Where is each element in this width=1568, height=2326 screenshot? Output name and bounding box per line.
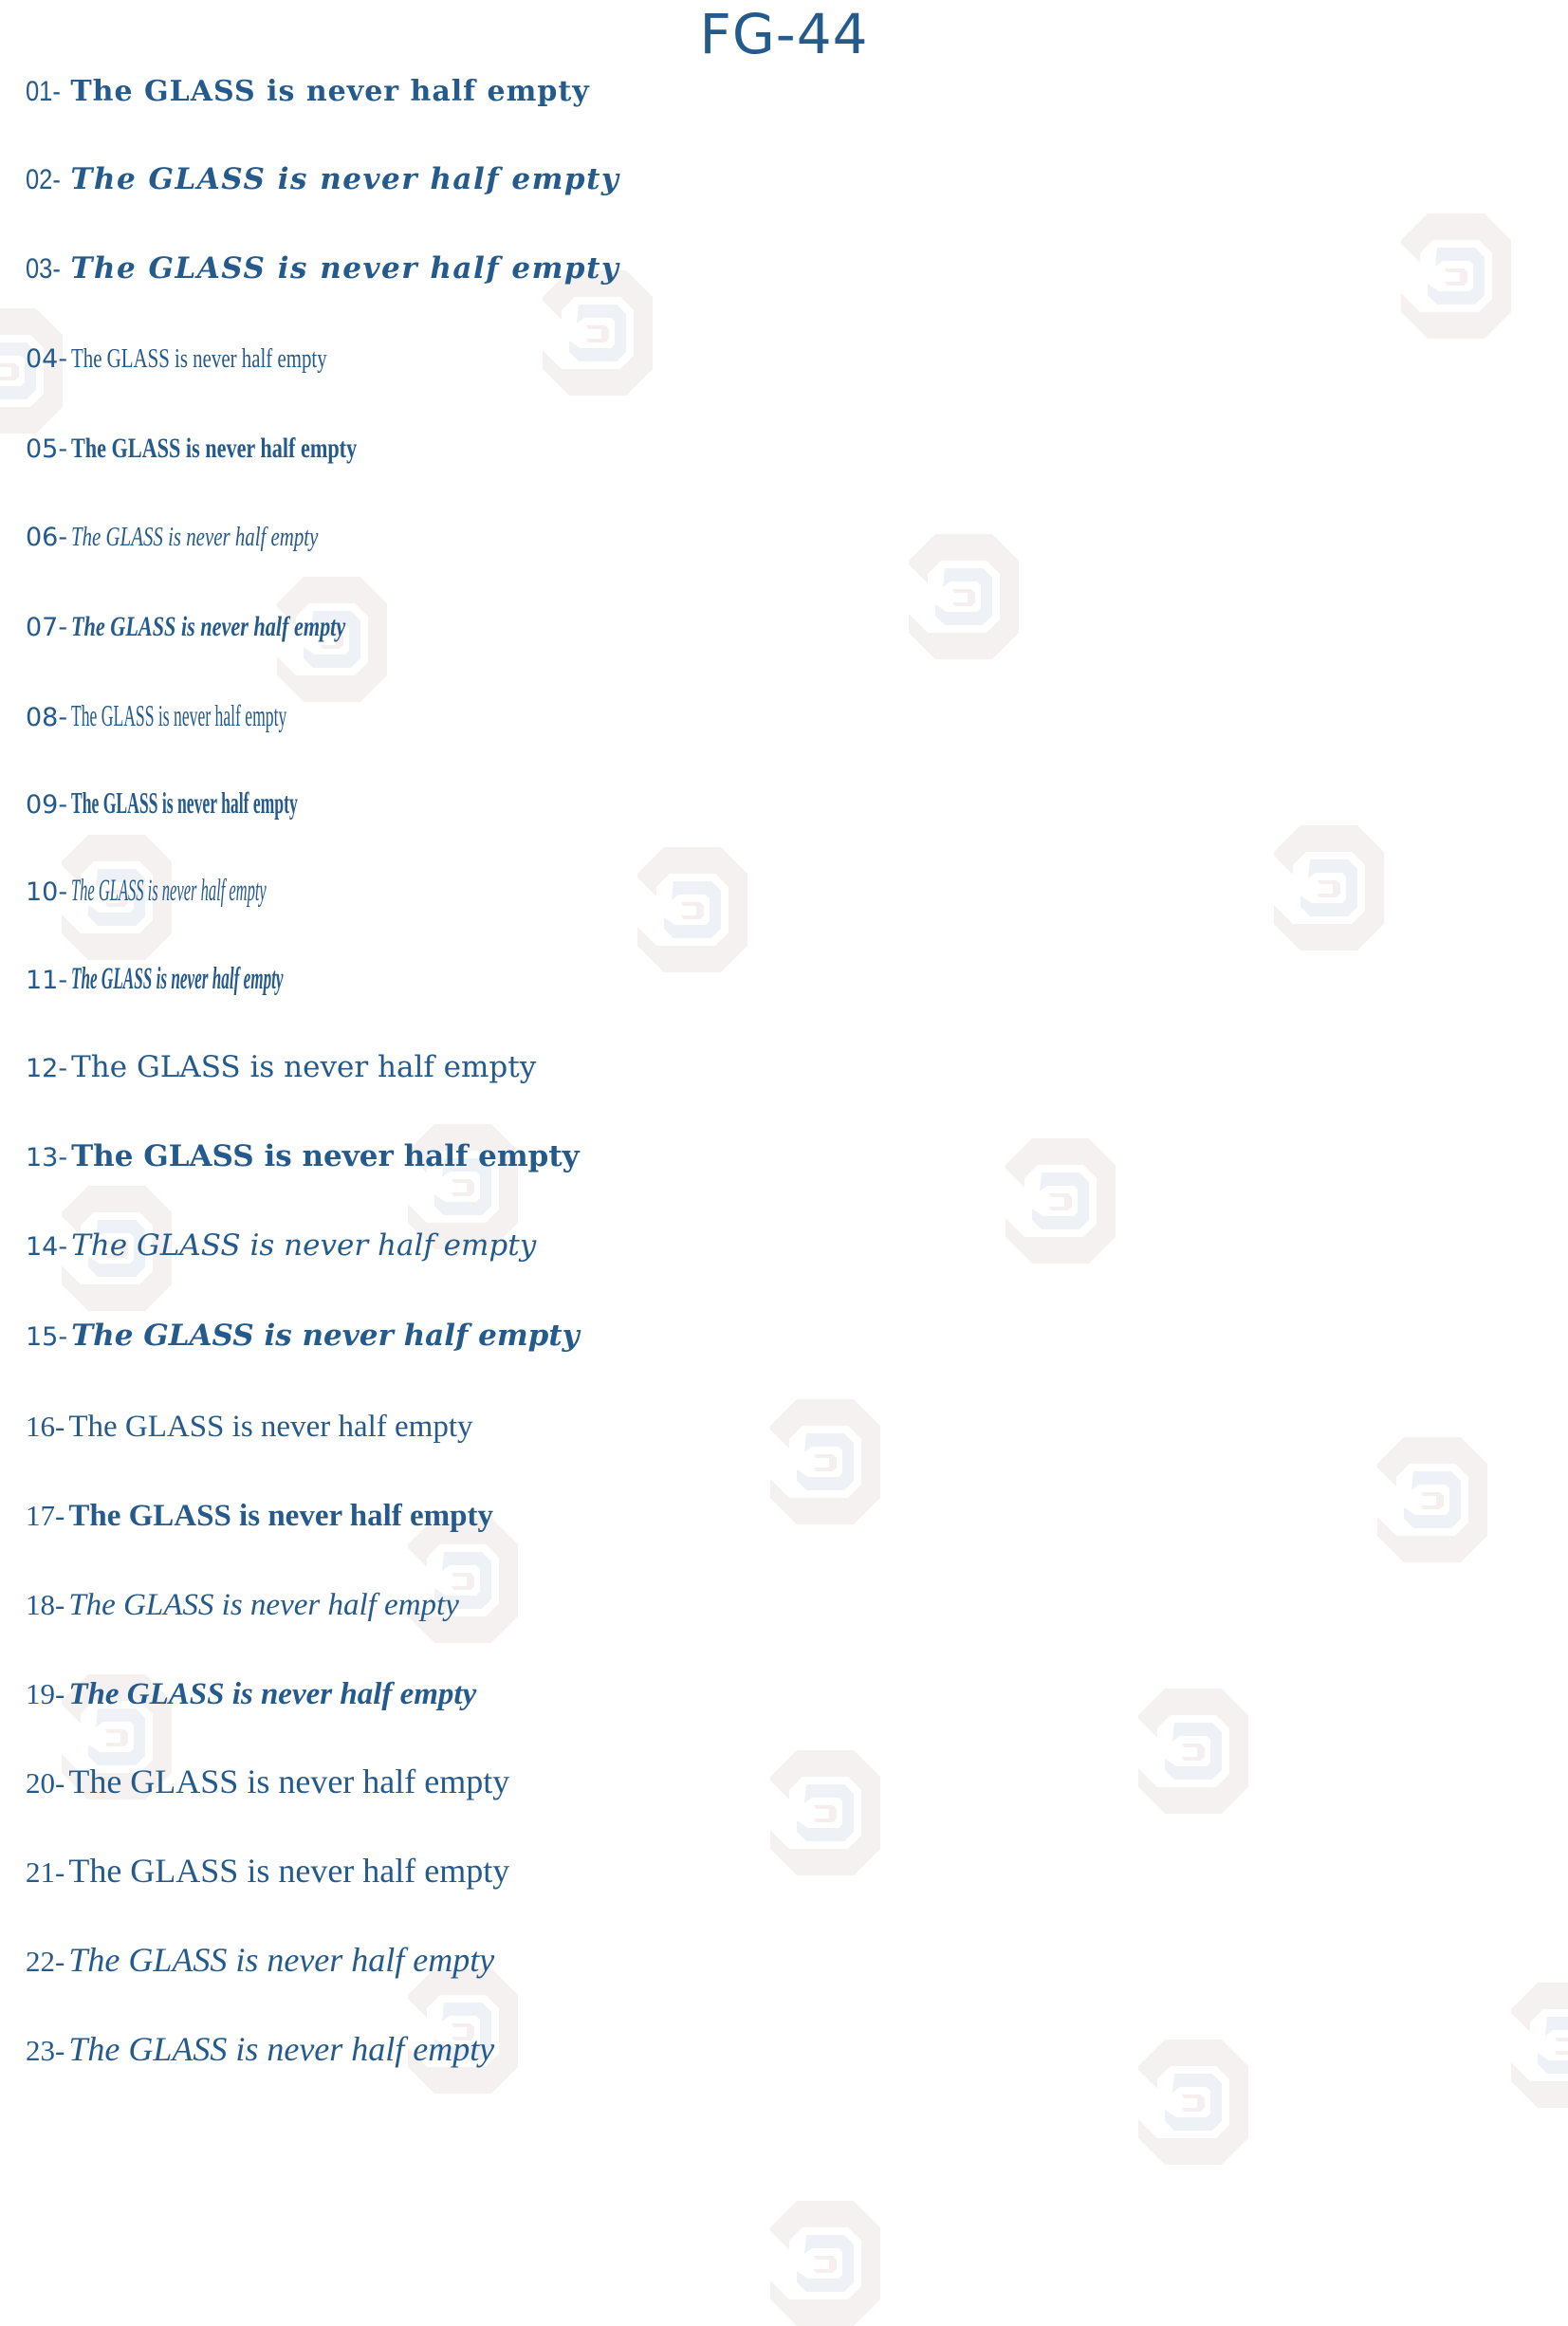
sample-text: The GLASS is never half empty bbox=[68, 1410, 473, 1444]
font-sample-07: 07- The GLASS is never half empty bbox=[26, 613, 442, 641]
sample-number: 01- bbox=[26, 76, 61, 107]
font-sample-03: 03- The GLASS is never half empty bbox=[26, 254, 619, 284]
sample-number: 09- bbox=[26, 790, 68, 820]
sample-number: 20- bbox=[26, 1766, 65, 1800]
watermark-logo-icon bbox=[408, 1518, 518, 1643]
watermark-logo-icon bbox=[543, 270, 653, 396]
sample-number: 16- bbox=[26, 1410, 65, 1443]
sample-number: 03- bbox=[26, 253, 61, 285]
sample-number: 11- bbox=[26, 966, 68, 995]
sample-number: 23- bbox=[26, 2034, 65, 2067]
font-sample-11: 11- The GLASS is never half empty bbox=[26, 964, 479, 995]
sample-number: 18- bbox=[26, 1588, 65, 1621]
font-sample-22: 22- The GLASS is never half empty bbox=[26, 1943, 494, 1977]
font-sample-02: 02- The GLASS is never half empty bbox=[26, 165, 619, 194]
sample-text: The GLASS is never half empty bbox=[70, 251, 620, 286]
font-sample-15: 15- The GLASS is never half empty bbox=[26, 1321, 580, 1351]
watermark-logo-icon bbox=[1511, 1983, 1568, 2108]
sample-text: The GLASS is never half empty bbox=[71, 874, 267, 908]
sample-number: 13- bbox=[26, 1143, 68, 1172]
watermark-logo-icon bbox=[1138, 2040, 1248, 2165]
sample-text: The GLASS is never half empty bbox=[71, 1050, 537, 1084]
font-sample-16: 16- The GLASS is never half empty bbox=[26, 1412, 473, 1443]
sample-number: 07- bbox=[26, 613, 68, 642]
page-title: FG-44 bbox=[699, 2, 869, 66]
sample-text: The GLASS is never half empty bbox=[68, 1499, 494, 1533]
sample-text: The GLASS is never half empty bbox=[71, 1139, 580, 1173]
sample-text: The GLASS is never half empty bbox=[71, 962, 284, 996]
sample-text: The GLASS is never half empty bbox=[70, 75, 590, 108]
font-sample-17: 17- The GLASS is never half empty bbox=[26, 1501, 493, 1532]
sample-number: 17- bbox=[26, 1499, 65, 1532]
watermark-logo-icon bbox=[1274, 825, 1384, 951]
watermark-logo-icon bbox=[770, 1399, 880, 1524]
sample-number: 05- bbox=[26, 434, 68, 464]
sample-text: The GLASS is never half empty bbox=[68, 1941, 495, 1979]
sample-number: 15- bbox=[26, 1322, 68, 1352]
sample-text: The GLASS is never half empty bbox=[71, 698, 287, 732]
font-sample-12: 12- The GLASS is never half empty bbox=[26, 1053, 536, 1082]
sample-number: 14- bbox=[26, 1232, 68, 1262]
watermark-logo-icon bbox=[637, 847, 747, 972]
sample-text: The GLASS is never half empty bbox=[71, 611, 346, 642]
font-sample-21: 21- The GLASS is never half empty bbox=[26, 1854, 509, 1888]
sample-text: The GLASS is never half empty bbox=[71, 433, 358, 464]
sample-number: 19- bbox=[26, 1677, 65, 1710]
sample-text: The GLASS is never half empty bbox=[71, 1228, 537, 1263]
sample-number: 10- bbox=[26, 877, 68, 907]
font-sample-19: 19- The GLASS is never half empty bbox=[26, 1679, 476, 1710]
font-sample-23: 23- The GLASS is never half empty bbox=[26, 2032, 494, 2066]
sample-number: 12- bbox=[26, 1054, 68, 1083]
font-sample-14: 14- The GLASS is never half empty bbox=[26, 1231, 536, 1261]
watermark-logo-icon bbox=[770, 1750, 880, 1875]
watermark-logo-icon bbox=[1401, 213, 1511, 339]
font-sample-13: 13- The GLASS is never half empty bbox=[26, 1142, 580, 1172]
sample-text: The GLASS is never half empty bbox=[68, 1677, 477, 1711]
font-sample-18: 18- The GLASS is never half empty bbox=[26, 1590, 459, 1621]
sample-number: 21- bbox=[26, 1855, 65, 1889]
watermark-logo-icon bbox=[1377, 1437, 1487, 1562]
sample-text: The GLASS is never half empty bbox=[68, 2030, 495, 2068]
font-sample-04: 04- The GLASS is never half empty bbox=[26, 345, 427, 373]
font-sample-09: 09- The GLASS is never half empty bbox=[26, 787, 483, 818]
watermark-logo-icon bbox=[909, 534, 1019, 659]
watermark-logo-icon bbox=[770, 2201, 880, 2326]
font-sample-10: 10- The GLASS is never half empty bbox=[26, 876, 462, 907]
sample-text: The GLASS is never half empty bbox=[70, 162, 620, 196]
sample-number: 04- bbox=[26, 344, 68, 374]
watermark-logo-icon bbox=[1138, 1689, 1248, 1814]
sample-text: The GLASS is never half empty bbox=[71, 343, 327, 374]
font-sample-08: 08- The GLASS is never half empty bbox=[26, 700, 463, 730]
font-sample-01: 01- The GLASS is never half empty bbox=[26, 78, 590, 106]
sample-number: 06- bbox=[26, 523, 68, 552]
sample-text: The GLASS is never half empty bbox=[68, 1852, 510, 1890]
watermark-logo-icon bbox=[1005, 1138, 1116, 1264]
font-sample-20: 20- The GLASS is never half empty bbox=[26, 1764, 509, 1799]
sample-text: The GLASS is never half empty bbox=[68, 1763, 510, 1800]
sample-text: The GLASS is never half empty bbox=[68, 1588, 459, 1622]
font-sample-06: 06- The GLASS is never half empty bbox=[26, 524, 415, 551]
font-sample-05: 05- The GLASS is never half empty bbox=[26, 434, 457, 463]
sample-number: 22- bbox=[26, 1945, 65, 1978]
sample-text: The GLASS is never half empty bbox=[71, 1319, 580, 1353]
sample-number: 02- bbox=[26, 164, 61, 195]
sample-text: The GLASS is never half empty bbox=[71, 522, 319, 552]
sample-number: 08- bbox=[26, 703, 68, 732]
sample-text: The GLASS is never half empty bbox=[71, 785, 298, 820]
